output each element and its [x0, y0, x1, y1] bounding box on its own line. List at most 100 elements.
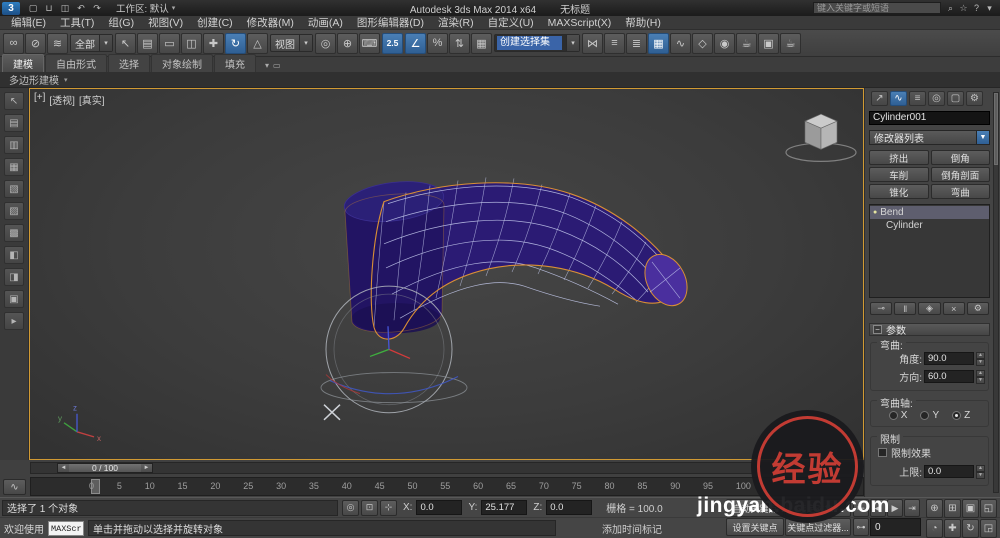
- set-key-button[interactable]: 设置关键点: [726, 518, 784, 536]
- viewport-menu-pov[interactable]: [透视]: [49, 92, 75, 107]
- show-end-result-icon[interactable]: ‖: [894, 302, 917, 315]
- search-icon[interactable]: ⌕: [944, 3, 957, 14]
- material-editor-icon[interactable]: ◉: [714, 32, 735, 54]
- menu-item[interactable]: 渲染(R): [431, 16, 481, 30]
- pin-stack-icon[interactable]: ⊸: [870, 302, 893, 315]
- selected-filter-dropdown[interactable]: 选定对象 ▾: [785, 499, 851, 517]
- favorites-star-icon[interactable]: ☆: [957, 3, 970, 14]
- upper-limit-field[interactable]: 0.0: [924, 465, 974, 478]
- modifier-button[interactable]: 车削: [869, 167, 929, 182]
- motion-tab[interactable]: ◎: [928, 91, 945, 106]
- perspective-viewport[interactable]: [+] [透视] [真实] x y z: [29, 88, 864, 460]
- modifier-stack-item[interactable]: ● Bend: [870, 206, 989, 219]
- zoom-region-icon[interactable]: ◱: [980, 499, 997, 518]
- undo-icon[interactable]: ↶: [74, 2, 88, 15]
- angle-field[interactable]: 90.0: [924, 352, 974, 365]
- modifier-button[interactable]: 倒角: [930, 150, 990, 165]
- render-production-icon[interactable]: ☕: [780, 32, 801, 54]
- scrollbar-thumb[interactable]: [994, 93, 998, 165]
- menu-item[interactable]: 视图(V): [141, 16, 190, 30]
- remove-modifier-icon[interactable]: ×: [942, 302, 965, 315]
- menu-item[interactable]: 组(G): [101, 16, 141, 30]
- panel-scrollbar[interactable]: [993, 92, 999, 493]
- selection-filter-dropdown[interactable]: 全部 ▾: [70, 34, 113, 52]
- layer-manager-icon[interactable]: ≣: [626, 32, 647, 54]
- workspace-dropdown[interactable]: 工作区: 默认 ▾: [112, 1, 179, 15]
- direction-field[interactable]: 60.0: [924, 370, 974, 383]
- limit-effect-checkbox[interactable]: [878, 448, 887, 457]
- angle-spinner[interactable]: ▲ ▼: [976, 352, 985, 366]
- modifier-stack[interactable]: ● Bend ● Cylinder: [869, 204, 990, 298]
- ribbon-tab[interactable]: 填充: [214, 54, 256, 72]
- keyboard-override-icon[interactable]: ⌨: [359, 32, 380, 54]
- maxscript-mini-listener[interactable]: MAXScr: [48, 520, 84, 536]
- polygon-modeling-panel[interactable]: 多边形建模 ▾: [3, 72, 74, 87]
- hierarchy-tab[interactable]: ≡: [909, 91, 926, 106]
- reference-coordsys-dropdown[interactable]: 视图 ▾: [270, 34, 313, 52]
- x-coordinate-field[interactable]: 0.0: [416, 500, 463, 515]
- select-by-name-icon[interactable]: ▤: [137, 32, 158, 54]
- bind-to-space-warp-icon[interactable]: ≋: [47, 32, 68, 54]
- rendered-frame-icon[interactable]: ▣: [758, 32, 779, 54]
- current-frame-field[interactable]: 0: [870, 518, 921, 536]
- selection-lock-icon[interactable]: ⊡: [361, 499, 378, 516]
- utilities-tab[interactable]: ⚙: [966, 91, 983, 106]
- select-object-icon[interactable]: ↖: [115, 32, 136, 54]
- menu-item[interactable]: 图形编辑器(D): [350, 16, 431, 30]
- bend-axis-radio[interactable]: Y: [920, 410, 939, 421]
- go-to-start-icon[interactable]: ⇤: [853, 499, 869, 517]
- layout-panel-icon[interactable]: ◨: [4, 268, 24, 286]
- viewport-menu-general[interactable]: [+]: [34, 92, 45, 107]
- view-cube[interactable]: [785, 113, 857, 162]
- layout-panel-icon[interactable]: ▩: [4, 224, 24, 242]
- viewport-menu-shading[interactable]: [真实]: [79, 92, 105, 107]
- help-icon[interactable]: ?: [970, 3, 983, 14]
- layout-panel-icon[interactable]: ▧: [4, 180, 24, 198]
- redo-icon[interactable]: ↷: [90, 2, 104, 15]
- infocenter-dropdown-icon[interactable]: ▾: [983, 3, 996, 14]
- visibility-bulb-icon[interactable]: ●: [873, 209, 877, 216]
- layout-panel-icon[interactable]: ▤: [4, 114, 24, 132]
- modifier-stack-item[interactable]: ● Cylinder: [870, 219, 989, 232]
- orbit-icon[interactable]: ↻: [962, 519, 979, 538]
- ribbon-minimize-icon[interactable]: ▭: [273, 61, 281, 70]
- previous-frame-arrow-icon[interactable]: ◄: [58, 464, 69, 472]
- flyout-arrow-icon[interactable]: ▸: [4, 312, 24, 330]
- save-icon[interactable]: ◫: [58, 2, 72, 15]
- modifier-button[interactable]: 挤出: [869, 150, 929, 165]
- key-filters-button[interactable]: 关键点过滤器...: [785, 518, 851, 536]
- time-slider-track[interactable]: ◄ 0 / 100 ►: [30, 462, 862, 474]
- direction-spinner[interactable]: ▲ ▼: [976, 370, 985, 384]
- go-to-end-icon[interactable]: ⇥: [904, 499, 920, 517]
- bend-axis-radio[interactable]: Z: [952, 410, 970, 421]
- menu-item[interactable]: 修改器(M): [240, 16, 301, 30]
- pointer-icon[interactable]: ↖: [4, 92, 24, 110]
- y-coordinate-field[interactable]: 25.177: [481, 500, 528, 515]
- make-unique-icon[interactable]: ◈: [918, 302, 941, 315]
- ribbon-tab[interactable]: 建模: [2, 54, 44, 72]
- ribbon-tab[interactable]: 对象绘制: [151, 54, 213, 72]
- layout-panel-icon[interactable]: ▥: [4, 136, 24, 154]
- schematic-view-icon[interactable]: ◇: [692, 32, 713, 54]
- bend-object[interactable]: [342, 177, 695, 340]
- next-frame-arrow-icon[interactable]: ►: [141, 464, 152, 472]
- ribbon-tab[interactable]: 自由形式: [45, 54, 107, 72]
- layout-panel-icon[interactable]: ▦: [4, 158, 24, 176]
- app-logo-icon[interactable]: 3: [2, 1, 20, 15]
- modifier-button[interactable]: 弯曲: [930, 184, 990, 199]
- select-and-manipulate-icon[interactable]: ⊕: [337, 32, 358, 54]
- menu-item[interactable]: 创建(C): [190, 16, 240, 30]
- track-bar-ruler[interactable]: 0 5 10 15 20 25 30 35 40 45 50 55 60 65 70 75 80 85 90 95 10…: [30, 477, 864, 496]
- maximize-viewport-icon[interactable]: ◲: [980, 519, 997, 538]
- menu-item[interactable]: 帮助(H): [618, 16, 668, 30]
- ribbon-tab[interactable]: 选择: [108, 54, 150, 72]
- modify-tab[interactable]: ∿: [890, 91, 907, 106]
- previous-frame-icon[interactable]: ◀: [870, 499, 886, 517]
- zoom-icon[interactable]: ⊕: [926, 499, 943, 518]
- snap-toggle-icon[interactable]: 2.5: [382, 32, 403, 54]
- open-file-icon[interactable]: ⊔: [42, 2, 56, 15]
- viewport-3d-scene[interactable]: x y z: [30, 89, 863, 459]
- menu-item[interactable]: MAXScript(X): [541, 16, 619, 30]
- render-setup-icon[interactable]: ☕: [736, 32, 757, 54]
- named-selection-sets-dropdown[interactable]: 创建选择集 ▾: [494, 34, 580, 52]
